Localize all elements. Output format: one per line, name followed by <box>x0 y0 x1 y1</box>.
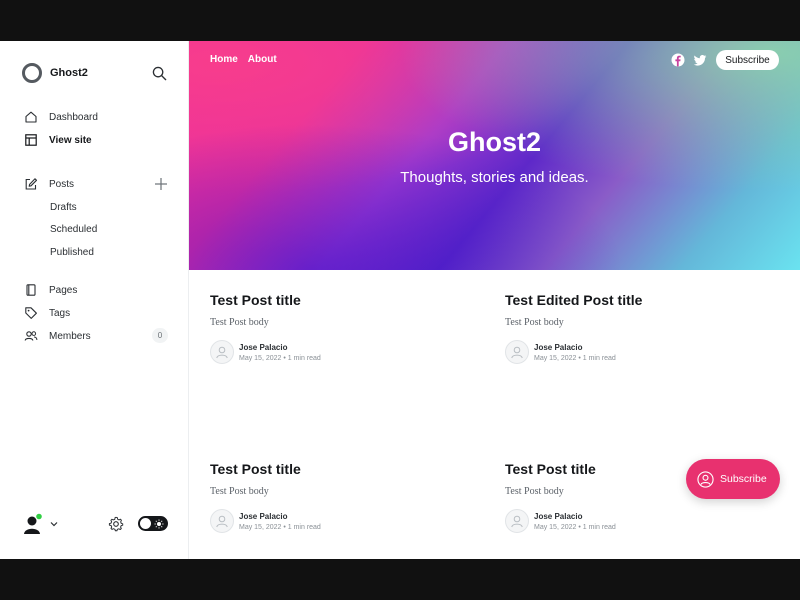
post-excerpt: Test Post body <box>210 486 269 497</box>
site-logo-icon <box>22 63 42 83</box>
site-nav-about[interactable]: About <box>248 54 277 65</box>
members-count-badge: 0 <box>152 328 168 343</box>
chevron-down-icon <box>50 522 58 527</box>
user-icon <box>511 515 523 528</box>
author-avatar[interactable] <box>505 340 529 364</box>
post-meta: Jose Palacio May 15, 2022 • 1 min read <box>534 343 616 362</box>
post-byline: Jose Palacio May 15, 2022 • 1 min read <box>210 508 480 534</box>
post-author[interactable]: Jose Palacio <box>534 512 616 521</box>
plus-icon[interactable] <box>154 177 168 191</box>
nav-drafts[interactable]: Drafts <box>50 199 77 215</box>
user-menu-button[interactable] <box>22 512 62 536</box>
sidebar-footer <box>22 512 172 536</box>
post-title[interactable]: Test Post title <box>210 292 480 308</box>
post-date: May 15, 2022 • 1 min read <box>239 523 321 531</box>
twitter-icon[interactable] <box>693 53 707 67</box>
post-card[interactable]: Test Post title Test Post body Jose Pala… <box>210 461 480 534</box>
post-title[interactable]: Test Edited Post title <box>505 292 775 308</box>
layout-icon <box>25 134 37 146</box>
nav-pages-label: Pages <box>49 284 78 296</box>
site-description: Thoughts, stories and ideas. <box>400 169 589 186</box>
nav-posts[interactable]: Posts <box>24 175 74 193</box>
user-icon <box>511 346 523 359</box>
post-author[interactable]: Jose Palacio <box>534 343 616 352</box>
header-subscribe-button[interactable]: Subscribe <box>716 50 779 70</box>
user-icon <box>216 346 228 359</box>
site-brand[interactable]: Ghost2 <box>22 63 88 83</box>
post-excerpt: Test Post body <box>210 317 269 328</box>
page-icon <box>26 284 36 296</box>
site-nav-home[interactable]: Home <box>210 54 238 65</box>
post-card[interactable]: Test Post title Test Post body Jose Pala… <box>210 292 480 365</box>
site-nav: Home About <box>210 54 277 65</box>
facebook-icon[interactable] <box>671 53 685 67</box>
post-excerpt: Test Post body <box>505 317 564 328</box>
site-title: Ghost2 <box>447 127 541 157</box>
home-icon <box>25 111 37 123</box>
app-window: Ghost2 Dashboard View site Posts Drafts … <box>0 41 800 559</box>
post-date: May 15, 2022 • 1 min read <box>534 523 616 531</box>
dark-mode-toggle[interactable] <box>138 516 168 531</box>
author-avatar[interactable] <box>505 509 529 533</box>
nav-members[interactable]: Members <box>24 327 91 345</box>
edit-icon <box>25 178 38 190</box>
site-name: Ghost2 <box>50 67 88 79</box>
post-meta: Jose Palacio May 15, 2022 • 1 min read <box>534 512 616 531</box>
portal-subscribe-label: Subscribe <box>720 473 767 485</box>
post-title[interactable]: Test Post title <box>210 461 480 477</box>
members-icon <box>24 331 38 341</box>
portal-subscribe-button[interactable]: Subscribe <box>686 459 780 499</box>
nav-pages[interactable]: Pages <box>24 281 77 299</box>
user-avatar-icon <box>24 512 43 534</box>
nav-view-site[interactable]: View site <box>24 131 92 149</box>
user-circle-icon <box>697 470 714 488</box>
nav-scheduled[interactable]: Scheduled <box>50 221 97 237</box>
post-byline: Jose Palacio May 15, 2022 • 1 min read <box>505 339 775 365</box>
post-date: May 15, 2022 • 1 min read <box>239 354 321 362</box>
sun-icon <box>154 519 164 529</box>
nav-tags-label: Tags <box>49 307 71 319</box>
post-card[interactable]: Test Edited Post title Test Post body Jo… <box>505 292 775 365</box>
post-author[interactable]: Jose Palacio <box>239 512 321 521</box>
admin-sidebar: Ghost2 Dashboard View site Posts Drafts … <box>0 41 189 559</box>
nav-view-site-label: View site <box>49 134 92 146</box>
site-header: Home About Subscribe Ghost2 Thoughts, st… <box>189 41 800 270</box>
tag-icon <box>25 307 37 319</box>
post-date: May 15, 2022 • 1 min read <box>534 354 616 362</box>
nav-tags[interactable]: Tags <box>24 304 70 322</box>
author-avatar[interactable] <box>210 509 234 533</box>
post-byline: Jose Palacio May 15, 2022 • 1 min read <box>505 508 775 534</box>
search-icon[interactable] <box>152 66 167 81</box>
post-byline: Jose Palacio May 15, 2022 • 1 min read <box>210 339 480 365</box>
nav-members-label: Members <box>49 330 91 342</box>
nav-dashboard-label: Dashboard <box>49 111 98 123</box>
nav-posts-label: Posts <box>49 178 75 190</box>
post-author[interactable]: Jose Palacio <box>239 343 321 352</box>
toggle-knob <box>140 518 151 529</box>
user-icon <box>216 515 228 528</box>
author-avatar[interactable] <box>210 340 234 364</box>
gear-icon[interactable] <box>108 516 124 532</box>
post-meta: Jose Palacio May 15, 2022 • 1 min read <box>239 343 321 362</box>
nav-dashboard[interactable]: Dashboard <box>24 108 98 126</box>
post-meta: Jose Palacio May 15, 2022 • 1 min read <box>239 512 321 531</box>
nav-published[interactable]: Published <box>50 244 94 260</box>
